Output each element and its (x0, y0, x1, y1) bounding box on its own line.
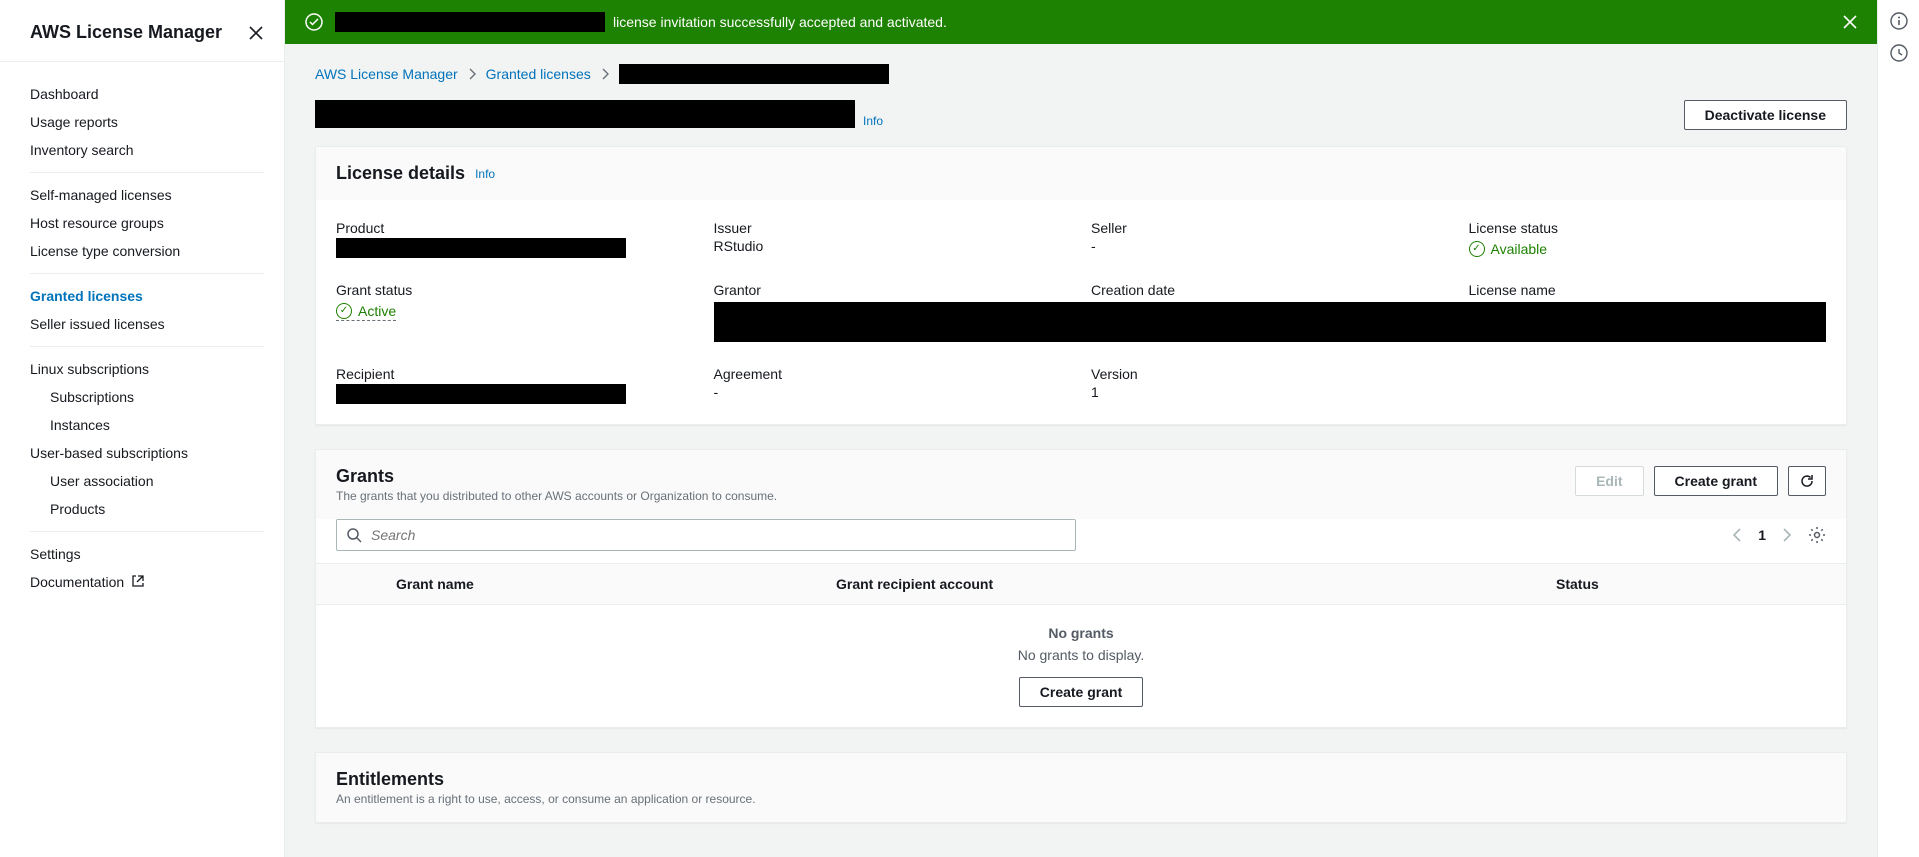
details-info-link[interactable]: Info (475, 167, 495, 181)
breadcrumb-root[interactable]: AWS License Manager (315, 66, 458, 82)
value-product-redacted (336, 238, 626, 258)
value-grantor-row-redacted (714, 302, 1827, 342)
settings-icon[interactable] (1808, 526, 1826, 544)
deactivate-license-button[interactable]: Deactivate license (1684, 100, 1847, 130)
breadcrumb-parent[interactable]: Granted licenses (486, 66, 591, 82)
pagination: 1 (1732, 526, 1826, 544)
nav-license-type-conversion[interactable]: License type conversion (30, 237, 264, 265)
entitlements-title: Entitlements (336, 769, 1826, 790)
content: AWS License Manager Granted licenses Inf… (285, 44, 1877, 857)
sidebar: AWS License Manager Dashboard Usage repo… (0, 0, 285, 857)
nav-documentation[interactable]: Documentation (30, 568, 264, 596)
sidebar-title: AWS License Manager (30, 22, 222, 43)
label-grant-status: Grant status (336, 282, 694, 298)
page-next-icon[interactable] (1782, 528, 1792, 542)
label-recipient: Recipient (336, 366, 694, 382)
success-icon (305, 13, 323, 31)
nav-user-based[interactable]: User-based subscriptions (30, 439, 264, 467)
chevron-right-icon (468, 68, 476, 80)
page-header: Info Deactivate license (315, 100, 1847, 130)
nav-subscriptions[interactable]: Subscriptions (50, 383, 264, 411)
check-circle-icon: ✓ (1469, 241, 1485, 257)
nav-settings[interactable]: Settings (30, 540, 264, 568)
search-icon (346, 527, 362, 543)
nav-user-association[interactable]: User association (50, 467, 264, 495)
nav-inventory-search[interactable]: Inventory search (30, 136, 264, 164)
nav-granted-licenses[interactable]: Granted licenses (30, 282, 264, 310)
col-grant-recipient: Grant recipient account (836, 576, 1556, 592)
chevron-right-icon (601, 68, 609, 80)
grants-title: Grants (336, 466, 777, 487)
create-grant-button[interactable]: Create grant (1654, 466, 1778, 496)
nav-self-managed[interactable]: Self-managed licenses (30, 181, 264, 209)
label-agreement: Agreement (714, 366, 1072, 382)
nav-documentation-label: Documentation (30, 574, 124, 590)
breadcrumb: AWS License Manager Granted licenses (315, 64, 1847, 84)
entitlements-subtitle: An entitlement is a right to use, access… (336, 792, 1826, 806)
external-link-icon (132, 575, 144, 587)
label-version: Version (1091, 366, 1449, 382)
nav-usage-reports[interactable]: Usage reports (30, 108, 264, 136)
grants-empty-state: No grants No grants to display. Create g… (316, 605, 1846, 727)
flash-close-icon[interactable] (1843, 15, 1857, 29)
clock-icon[interactable] (1890, 44, 1908, 62)
right-rail (1877, 0, 1919, 857)
label-grantor: Grantor (714, 282, 1072, 298)
label-creation-date: Creation date (1091, 282, 1449, 298)
nav-instances[interactable]: Instances (50, 411, 264, 439)
page-number: 1 (1758, 527, 1766, 543)
check-circle-icon: ✓ (336, 303, 352, 319)
value-seller: - (1091, 238, 1449, 254)
nav-products[interactable]: Products (50, 495, 264, 523)
value-version: 1 (1091, 384, 1449, 400)
grants-subtitle: The grants that you distributed to other… (336, 489, 777, 503)
label-seller: Seller (1091, 220, 1449, 236)
edit-grant-button[interactable]: Edit (1575, 466, 1643, 496)
close-sidebar-icon[interactable] (248, 25, 264, 41)
refresh-button[interactable] (1788, 466, 1826, 496)
value-issuer: RStudio (714, 238, 1072, 254)
license-details-panel: License details Info Product Issuer RStu… (315, 146, 1847, 425)
page-prev-icon[interactable] (1732, 528, 1742, 542)
info-icon[interactable] (1890, 12, 1908, 30)
col-grant-status: Status (1556, 576, 1826, 592)
label-license-status: License status (1469, 220, 1827, 236)
label-issuer: Issuer (714, 220, 1072, 236)
empty-title: No grants (336, 625, 1826, 641)
success-flash: license invitation successfully accepted… (285, 0, 1877, 44)
nav-host-resource-groups[interactable]: Host resource groups (30, 209, 264, 237)
license-details-title: License details (336, 163, 465, 184)
grants-search (336, 519, 1076, 551)
value-grant-status: ✓ Active (336, 300, 694, 321)
flash-redacted (335, 12, 605, 32)
main: license invitation successfully accepted… (285, 0, 1877, 857)
label-product: Product (336, 220, 694, 236)
empty-subtitle: No grants to display. (336, 647, 1826, 663)
value-license-status: ✓ Available (1469, 241, 1548, 257)
grants-panel: Grants The grants that you distributed t… (315, 449, 1847, 728)
page-info-link[interactable]: Info (863, 114, 883, 128)
nav-dashboard[interactable]: Dashboard (30, 80, 264, 108)
grants-table-header: Grant name Grant recipient account Statu… (316, 563, 1846, 605)
nav-linux-subscriptions[interactable]: Linux subscriptions (30, 355, 264, 383)
breadcrumb-current-redacted (619, 64, 889, 84)
nav-seller-issued[interactable]: Seller issued licenses (30, 310, 264, 338)
value-recipient-redacted (336, 384, 626, 404)
empty-create-grant-button[interactable]: Create grant (1019, 677, 1143, 707)
grants-search-input[interactable] (336, 519, 1076, 551)
label-license-name: License name (1469, 282, 1827, 298)
page-title-redacted (315, 100, 855, 128)
nav: Dashboard Usage reports Inventory search… (0, 62, 284, 614)
entitlements-panel: Entitlements An entitlement is a right t… (315, 752, 1847, 823)
flash-message: license invitation successfully accepted… (613, 14, 947, 30)
value-agreement: - (714, 384, 1072, 400)
col-grant-name: Grant name (396, 576, 836, 592)
sidebar-header: AWS License Manager (0, 0, 284, 62)
